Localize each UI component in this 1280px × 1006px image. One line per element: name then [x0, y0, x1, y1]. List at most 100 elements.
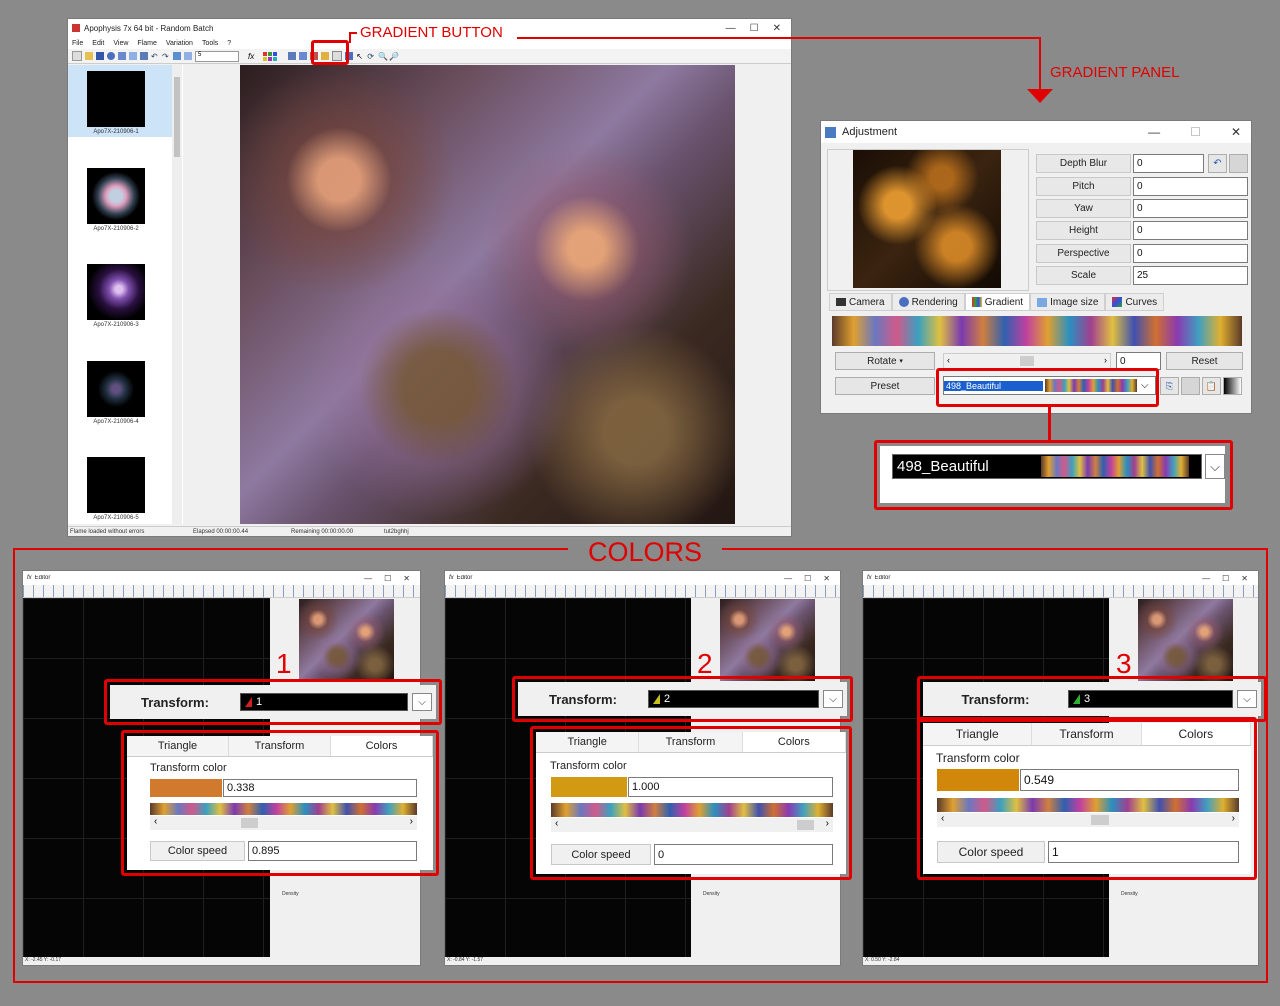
tab-colors-3[interactable]: Colors: [1141, 723, 1251, 745]
transform-dropdown-icon-2[interactable]: ⌵: [823, 690, 843, 708]
editor-minimize-icon-2[interactable]: —: [784, 574, 792, 583]
thumbnail-4[interactable]: [87, 361, 145, 417]
gradient-button[interactable]: [263, 51, 278, 61]
batch-count-field[interactable]: 5: [195, 50, 239, 62]
editor-minimize-icon-3[interactable]: —: [1202, 574, 1210, 583]
color-speed-field-1[interactable]: 0.895: [248, 841, 417, 861]
editor-maximize-icon-2[interactable]: ☐: [804, 574, 811, 583]
color-scroll-right-icon-3[interactable]: ›: [1232, 813, 1235, 824]
depth-blur-extra-button[interactable]: [1229, 154, 1248, 173]
zoom-in-icon[interactable]: 🔍: [378, 52, 388, 61]
color-gradient-strip-2[interactable]: [551, 803, 833, 817]
color-scroll-thumb-2[interactable]: [797, 820, 814, 830]
editor-close-icon-1[interactable]: ✕: [403, 574, 410, 583]
transform-color-field-3[interactable]: 0.549: [1020, 769, 1239, 791]
tab-colors-2[interactable]: Colors: [742, 732, 846, 752]
color-speed-field-2[interactable]: 0: [654, 844, 833, 865]
tab-triangle-3[interactable]: Triangle: [923, 723, 1033, 745]
maximize-icon[interactable]: ☐: [750, 23, 759, 34]
menu-help[interactable]: ?: [227, 40, 231, 47]
scroll-right-icon[interactable]: ›: [1104, 355, 1107, 365]
color-gradient-strip-1[interactable]: [150, 803, 417, 815]
tab-transform-1[interactable]: Transform: [229, 736, 331, 756]
tab-transform-3[interactable]: Transform: [1032, 723, 1142, 745]
redo-icon[interactable]: ↷: [162, 52, 170, 61]
copy-gradient-button[interactable]: ⎘: [1160, 377, 1179, 395]
minimize-icon[interactable]: —: [726, 23, 736, 34]
transform-dropdown-icon-1[interactable]: ⌵: [412, 693, 432, 711]
adjustment-close-icon[interactable]: ✕: [1231, 125, 1241, 139]
close-icon[interactable]: ✕: [773, 23, 781, 34]
thumbnail-1[interactable]: [87, 71, 145, 127]
flame-preview[interactable]: [240, 65, 735, 524]
paste-gradient-button[interactable]: 📋: [1202, 377, 1221, 395]
perspective-field[interactable]: 0: [1133, 244, 1248, 263]
color-scroll-left-icon-1[interactable]: ‹: [154, 816, 157, 827]
editor-minimize-icon-1[interactable]: —: [364, 574, 372, 583]
depth-blur-undo-icon[interactable]: ↶: [1208, 154, 1227, 173]
color-scroll-right-icon-2[interactable]: ›: [826, 818, 829, 829]
view-icon[interactable]: [184, 52, 192, 60]
transform-dropdown-icon-3[interactable]: ⌵: [1237, 690, 1257, 708]
zoom-out-icon[interactable]: 🔎: [389, 52, 399, 61]
open-icon[interactable]: [85, 52, 93, 60]
new-icon[interactable]: [72, 51, 82, 61]
rotate-scrollbar[interactable]: ‹ ›: [943, 353, 1111, 369]
gradient-editor-button[interactable]: [1223, 377, 1242, 395]
transform-color-field-2[interactable]: 1.000: [628, 777, 833, 797]
tab-curves[interactable]: Curves: [1105, 293, 1165, 311]
menu-file[interactable]: File: [72, 40, 83, 47]
color-gradient-strip-3[interactable]: [937, 798, 1239, 812]
list-icon[interactable]: [129, 52, 137, 60]
reset-button[interactable]: Reset: [1166, 352, 1243, 370]
rotate-icon[interactable]: ⟳: [367, 52, 375, 61]
transform-color-field-1[interactable]: 0.338: [223, 779, 417, 797]
scale-field[interactable]: 25: [1133, 266, 1248, 285]
tab-camera[interactable]: Camera: [829, 293, 892, 311]
editor-maximize-icon-3[interactable]: ☐: [1222, 574, 1229, 583]
gradient-extra-button[interactable]: [1181, 377, 1200, 395]
yaw-field[interactable]: 0: [1133, 199, 1248, 218]
scroll-left-icon[interactable]: ‹: [947, 355, 950, 365]
rotate-scroll-thumb[interactable]: [1020, 356, 1034, 366]
color-scroll-thumb-1[interactable]: [241, 818, 258, 828]
color-scroll-right-icon-1[interactable]: ›: [410, 816, 413, 827]
edit-icon[interactable]: [173, 52, 181, 60]
transform-select-3[interactable]: 3: [1068, 690, 1233, 708]
color-scrollbar-3[interactable]: ‹ ›: [937, 813, 1239, 827]
transform-select-2[interactable]: 2: [648, 690, 819, 708]
mutate-icon[interactable]: [288, 52, 297, 60]
color-scrollbar-2[interactable]: ‹ ›: [551, 818, 833, 832]
pitch-field[interactable]: 0: [1133, 177, 1248, 196]
thumbnail-3[interactable]: [87, 264, 145, 320]
menu-flame[interactable]: Flame: [137, 40, 156, 47]
transform-select-1[interactable]: 1: [240, 693, 408, 711]
thumbnail-scroll-thumb[interactable]: [174, 77, 180, 157]
tab-image-size[interactable]: Image size: [1030, 293, 1106, 311]
color-scrollbar-1[interactable]: ‹ ›: [150, 816, 417, 830]
adjust-icon[interactable]: [299, 52, 308, 60]
menu-variation[interactable]: Variation: [166, 40, 193, 47]
render-icon[interactable]: [107, 52, 115, 60]
rotate-button[interactable]: Rotate ▾: [835, 352, 935, 370]
depth-blur-field[interactable]: 0: [1133, 154, 1204, 173]
preset-zoom-dropdown-icon[interactable]: ⌵: [1205, 454, 1225, 479]
menu-tools[interactable]: Tools: [202, 40, 218, 47]
script-icon[interactable]: fx: [248, 52, 254, 61]
pointer-icon[interactable]: ↖: [356, 52, 364, 61]
tab-triangle-1[interactable]: Triangle: [127, 736, 229, 756]
undo-icon[interactable]: ↶: [151, 52, 159, 61]
tab-triangle-2[interactable]: Triangle: [536, 732, 640, 752]
tab-colors-1[interactable]: Colors: [331, 736, 433, 756]
adjustment-maximize-icon[interactable]: ☐: [1190, 125, 1201, 139]
height-field[interactable]: 0: [1133, 221, 1248, 240]
editor-close-icon-3[interactable]: ✕: [1241, 574, 1248, 583]
editor-close-icon-2[interactable]: ✕: [823, 574, 830, 583]
menu-view[interactable]: View: [113, 40, 128, 47]
preset-zoom-select[interactable]: 498_Beautiful: [892, 454, 1202, 479]
thumbnail-scrollbar[interactable]: [172, 65, 182, 524]
editor-maximize-icon-1[interactable]: ☐: [384, 574, 391, 583]
tab-rendering[interactable]: Rendering: [891, 293, 965, 311]
gradient-strip[interactable]: [832, 316, 1242, 346]
tab-gradient[interactable]: Gradient: [964, 293, 1031, 311]
